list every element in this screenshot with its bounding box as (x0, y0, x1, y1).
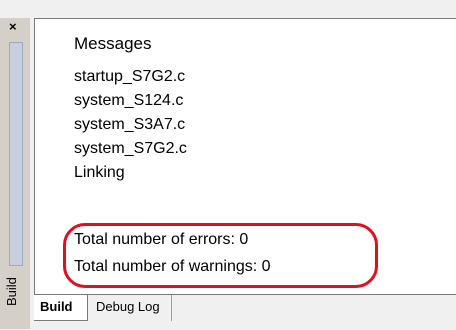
top-strip (0, 0, 456, 18)
close-icon[interactable]: × (9, 20, 17, 34)
output-panel: Messages startup_S7G2.c system_S124.c sy… (34, 18, 456, 295)
tab-build[interactable]: Build (34, 295, 88, 321)
dock-gripper-bar[interactable] (9, 42, 23, 266)
message-line: Linking (74, 164, 125, 181)
message-line: startup_S7G2.c (74, 68, 186, 85)
message-line: system_S3A7.c (74, 116, 186, 133)
tab-bar: Build Debug Log (34, 294, 456, 330)
messages-header: Messages (74, 34, 152, 53)
highlight-oval (63, 223, 378, 288)
message-line: system_S7G2.c (74, 140, 187, 157)
panel-side-label: Build (4, 277, 19, 307)
message-line: system_S124.c (74, 92, 184, 109)
tab-debug-log[interactable]: Debug Log (90, 295, 172, 321)
